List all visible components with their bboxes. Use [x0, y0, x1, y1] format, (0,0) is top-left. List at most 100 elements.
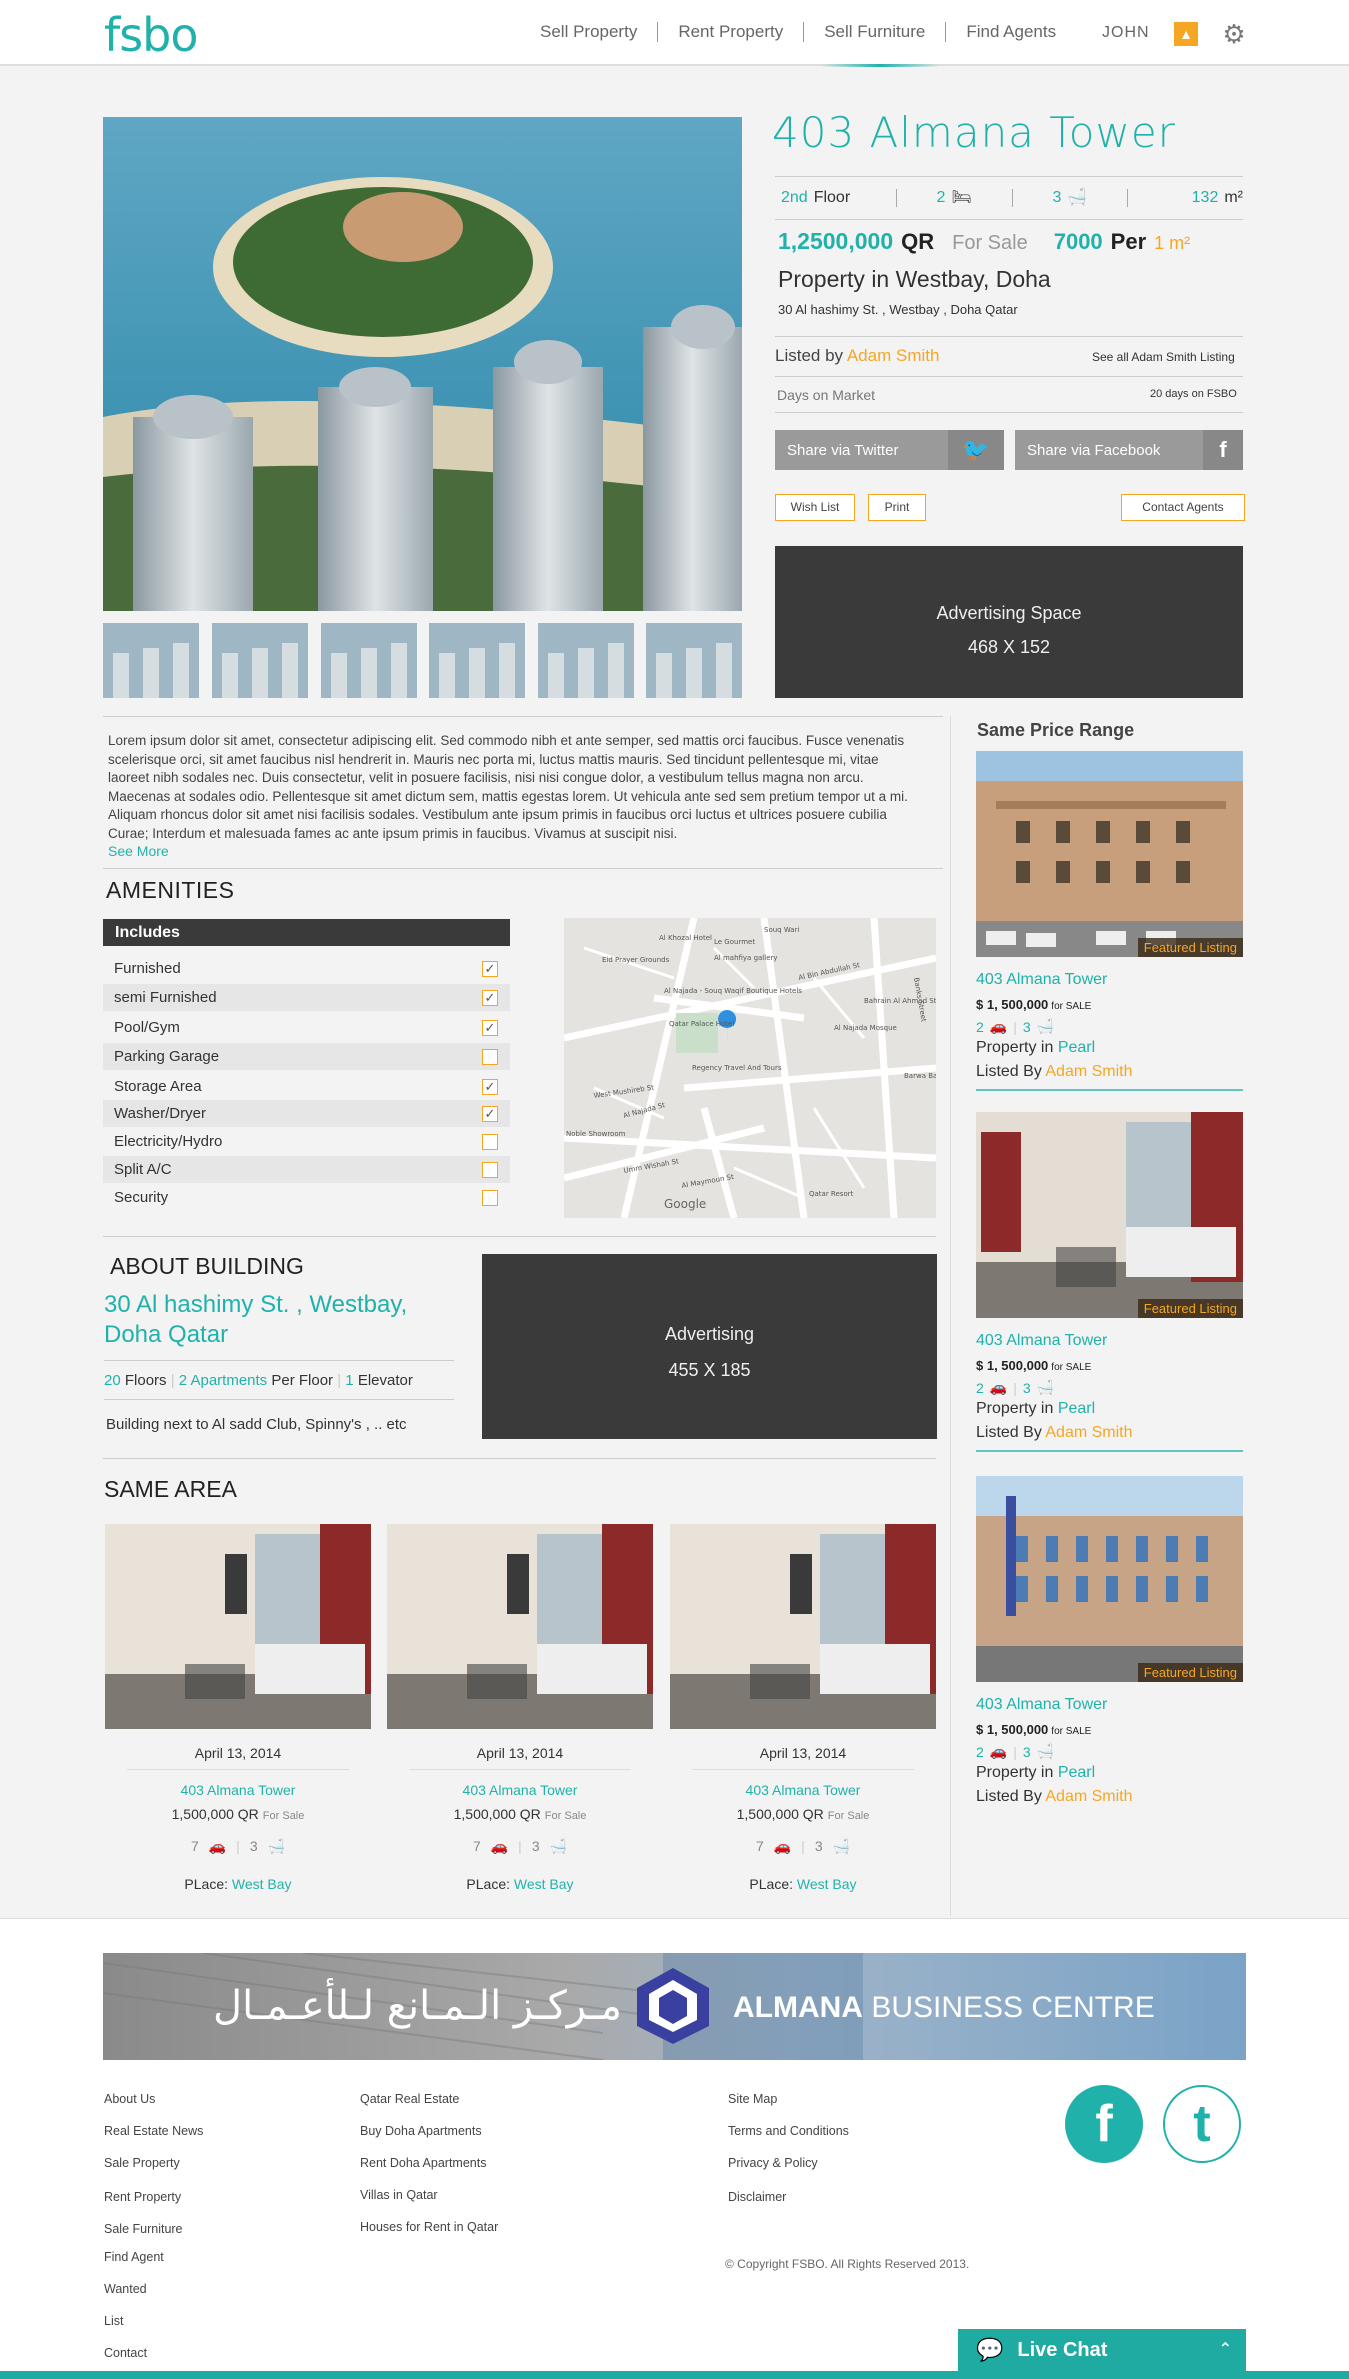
price-currency: QR — [901, 229, 935, 254]
wish-list-button[interactable]: Wish List — [775, 494, 855, 521]
share-facebook-label: Share via Facebook — [1027, 441, 1161, 459]
user-name[interactable]: JOHN — [1102, 24, 1150, 42]
amenity-checkbox[interactable]: ✓ — [482, 961, 498, 977]
photo-thumbnail[interactable] — [538, 623, 634, 698]
listing-location: Property in Pearl — [976, 1400, 1243, 1418]
listing-name[interactable]: 403 Almana Tower — [976, 1696, 1243, 1714]
footer-link[interactable]: Real Estate News — [104, 2124, 203, 2138]
footer-link[interactable]: Sale Property — [104, 2156, 180, 2170]
amenity-checkbox[interactable]: ✓ — [482, 1020, 498, 1036]
amenity-row: Storage Area ✓ — [103, 1073, 510, 1100]
footer-link[interactable]: Site Map — [728, 2092, 777, 2106]
live-chat-button[interactable]: 💬 Live Chat ⌃ — [958, 2329, 1246, 2371]
footer-link[interactable]: Sale Furniture — [104, 2222, 183, 2236]
same-area-card[interactable]: April 13, 2014 403 Almana Tower 1,500,000 … — [670, 1524, 936, 1892]
listing-name[interactable]: 403 Almana Tower — [670, 1782, 936, 1798]
share-facebook-button[interactable]: Share via Facebook f — [1015, 430, 1243, 470]
listing-name[interactable]: 403 Almana Tower — [976, 1332, 1243, 1350]
listing-photo[interactable] — [670, 1524, 936, 1729]
footer-link[interactable]: Privacy & Policy — [728, 2156, 818, 2170]
listing-name[interactable]: 403 Almana Tower — [105, 1782, 371, 1798]
photo-thumbnail[interactable] — [321, 623, 417, 698]
photo-thumbnail[interactable] — [646, 623, 742, 698]
place-link[interactable]: West Bay — [797, 1876, 857, 1892]
facebook-icon[interactable]: f — [1065, 2085, 1143, 2163]
listing-status: for SALE — [1051, 1726, 1092, 1737]
listing-photo[interactable]: Featured Listing — [976, 1476, 1243, 1682]
location-map[interactable]: Al Khozal Hotel Eid Prayer Grounds Al Na… — [564, 918, 936, 1218]
site-logo[interactable]: fsbo — [104, 8, 199, 62]
footer-link[interactable]: Disclaimer — [728, 2190, 786, 2204]
same-price-card[interactable]: Featured Listing 403 Almana Tower $ 1, 500… — [976, 751, 1243, 1091]
bathtub-icon: 🛁 — [1036, 1743, 1055, 1759]
footer-link[interactable]: Qatar Real Estate — [360, 2092, 459, 2106]
footer-link[interactable]: Wanted — [104, 2282, 147, 2296]
chevron-up-icon[interactable]: ▲ — [1174, 22, 1198, 46]
footer-link[interactable]: About Us — [104, 2092, 155, 2106]
listing-name[interactable]: 403 Almana Tower — [976, 971, 1243, 989]
see-more-link[interactable]: See More — [108, 843, 169, 859]
footer-link[interactable]: Houses for Rent in Qatar — [360, 2220, 498, 2234]
agent-link[interactable]: Adam Smith — [1045, 1788, 1132, 1805]
listing-photo[interactable] — [387, 1524, 653, 1729]
amenity-checkbox[interactable] — [482, 1134, 498, 1150]
place-link[interactable]: West Bay — [514, 1876, 574, 1892]
footer-link[interactable]: Buy Doha Apartments — [360, 2124, 482, 2138]
place-label: PLace: — [466, 1876, 511, 1892]
place-link[interactable]: Pearl — [1058, 1039, 1095, 1056]
footer-link[interactable]: Villas in Qatar — [360, 2188, 438, 2202]
almana-business-centre-banner[interactable]: مـركـز الـمـانع لـلأعـمـال ALMANA BUSINE… — [103, 1953, 1246, 2060]
amenity-checkbox[interactable] — [482, 1049, 498, 1065]
map-label: Al mahfiya gallery — [714, 954, 778, 962]
listing-date: April 13, 2014 — [194, 1745, 282, 1761]
photo-thumbnail[interactable] — [212, 623, 308, 698]
footer-link[interactable]: Rent Property — [104, 2190, 181, 2204]
footer-link[interactable]: Contact — [104, 2346, 147, 2360]
nav-sell-property[interactable]: Sell Property — [520, 22, 659, 42]
twitter-icon[interactable]: t — [1163, 2085, 1241, 2163]
same-price-card[interactable]: Featured Listing 403 Almana Tower $ 1, 500… — [976, 1112, 1243, 1452]
property-main-photo[interactable] — [103, 117, 742, 611]
nav-find-agents[interactable]: Find Agents — [946, 22, 1076, 42]
footer-link[interactable]: Rent Doha Apartments — [360, 2156, 486, 2170]
photo-thumbnail[interactable] — [429, 623, 525, 698]
listing-place: PLace: West Bay — [387, 1876, 653, 1892]
listing-name[interactable]: 403 Almana Tower — [387, 1782, 653, 1798]
agent-link[interactable]: Adam Smith — [1045, 1063, 1132, 1080]
footer-link[interactable]: List — [104, 2314, 123, 2328]
same-area-card[interactable]: April 13, 2014 403 Almana Tower 1,500,000 … — [387, 1524, 653, 1892]
same-area-card[interactable]: April 13, 2014 403 Almana Tower 1,500,000 … — [105, 1524, 371, 1892]
divider — [103, 1458, 936, 1459]
print-button[interactable]: Print — [868, 494, 926, 521]
amenity-checkbox[interactable] — [482, 1162, 498, 1178]
agent-link[interactable]: Adam Smith — [1045, 1424, 1132, 1441]
place-link[interactable]: Pearl — [1058, 1764, 1095, 1781]
listing-status: For Sale — [827, 1810, 870, 1822]
contact-agents-button[interactable]: Contact Agents — [1121, 494, 1245, 521]
amenity-checkbox[interactable]: ✓ — [482, 990, 498, 1006]
agent-link[interactable]: Adam Smith — [847, 346, 940, 365]
nav-rent-property[interactable]: Rent Property — [658, 22, 805, 42]
listing-rooms: 7 🚗 | 3 🛁 — [105, 1836, 371, 1856]
gear-icon[interactable]: ⚙ — [1220, 20, 1248, 48]
advertising-space-top[interactable]: Advertising Space 468 X 152 — [775, 546, 1243, 698]
photo-thumbnail[interactable] — [103, 623, 199, 698]
listing-photo[interactable]: Featured Listing — [976, 751, 1243, 957]
advertising-space-middle[interactable]: Advertising 455 X 185 — [482, 1254, 937, 1439]
place-link[interactable]: Pearl — [1058, 1400, 1095, 1417]
see-all-listings-link[interactable]: See all Adam Smith Listing — [1092, 350, 1235, 364]
amenity-checkbox[interactable]: ✓ — [482, 1106, 498, 1122]
listing-photo[interactable]: Featured Listing — [976, 1112, 1243, 1318]
same-price-card[interactable]: Featured Listing 403 Almana Tower $ 1, 500… — [976, 1476, 1243, 1806]
share-twitter-button[interactable]: Share via Twitter 🐦 — [775, 430, 1004, 470]
footer-link[interactable]: Find Agent — [104, 2250, 164, 2264]
ad-size: 468 X 152 — [967, 637, 1051, 657]
footer-link[interactable]: Terms and Conditions — [728, 2124, 849, 2138]
listing-photo[interactable] — [105, 1524, 371, 1729]
place-link[interactable]: West Bay — [232, 1876, 292, 1892]
nav-sell-furniture[interactable]: Sell Furniture — [804, 22, 947, 42]
amenity-checkbox[interactable]: ✓ — [482, 1079, 498, 1095]
apartments-count: 2 Apartments — [178, 1372, 268, 1389]
amenity-checkbox[interactable] — [482, 1190, 498, 1206]
divider — [775, 376, 1243, 377]
